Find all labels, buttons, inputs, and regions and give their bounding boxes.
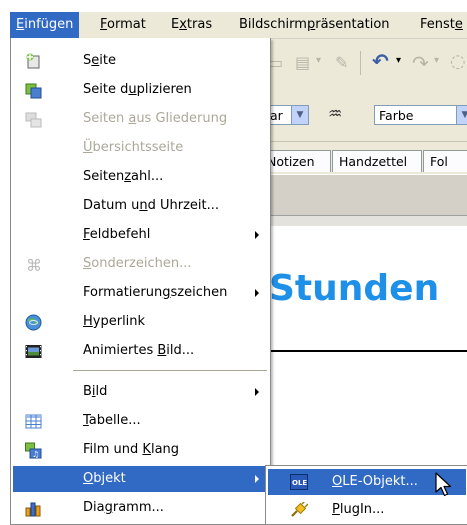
- mnemonic: e: [454, 17, 463, 32]
- menu-item-sonderzeichen[interactable]: ⌘ Sonderzeichen...: [13, 251, 269, 277]
- submenu-item-plugin[interactable]: PlugIn...: [268, 497, 466, 523]
- hyperlink-globe-icon: [25, 314, 42, 331]
- chevron-down-icon[interactable]: ▼: [291, 106, 308, 124]
- new-slide-icon: [26, 53, 40, 69]
- submenu-arrow-icon: [255, 475, 259, 483]
- menu-item-label: Objekt: [83, 471, 126, 486]
- menu-format[interactable]: Format: [94, 12, 152, 38]
- paste-dropdown-icon[interactable]: ▾: [316, 55, 321, 66]
- film-sound-icon: ♫: [25, 442, 42, 459]
- menu-item-film-und-klang[interactable]: ♫ Film und Klang: [13, 437, 269, 463]
- menu-item-formatierungszeichen[interactable]: Formatierungszeichen: [13, 280, 269, 306]
- menu-item-seite[interactable]: Seite: [13, 48, 269, 74]
- menu-item-label: Tabelle...: [83, 413, 141, 428]
- duplicate-slide-icon: [25, 83, 42, 99]
- tab-label: Fol: [430, 154, 448, 169]
- menu-item-datum-und-uhrzeit[interactable]: Datum und Uhrzeit...: [13, 193, 269, 219]
- undo-icon[interactable]: ↶: [372, 49, 389, 73]
- paste-icon[interactable]: ▤: [295, 53, 310, 72]
- plugin-icon: [291, 502, 308, 517]
- menu-item-bild[interactable]: Bild: [13, 379, 269, 405]
- menu-item-tabelle[interactable]: Tabelle...: [13, 408, 269, 434]
- menu-label: ormat: [107, 17, 146, 32]
- slide-rule-line: [255, 350, 467, 352]
- mnemonic: E: [16, 17, 25, 32]
- tab-label: Notizen: [267, 154, 315, 169]
- svg-text:♫: ♫: [32, 450, 39, 459]
- menu-item-objekt[interactable]: Objekt: [13, 466, 269, 492]
- redo-icon[interactable]: ↷: [412, 51, 429, 75]
- menu-fenster[interactable]: Fenste: [414, 12, 467, 38]
- menu-item-label: Übersichtsseite: [83, 140, 184, 155]
- toolbar-divider: [360, 51, 361, 75]
- menu-label: E: [171, 17, 180, 32]
- menu-item-hyperlink[interactable]: Hyperlink: [13, 309, 269, 335]
- mnemonic: x: [179, 17, 187, 32]
- menu-item-label: Datum und Uhrzeit...: [83, 198, 220, 213]
- clone-format-icon[interactable]: ✎: [335, 53, 348, 72]
- slide-title[interactable]: Stunden: [269, 268, 439, 309]
- fill-bucket-icon[interactable]: ♒: [328, 104, 342, 123]
- insert-menu: Seite Seite duplizieren Seiten aus Glied…: [10, 38, 271, 525]
- menu-einfuegen[interactable]: Einfügen: [10, 12, 80, 38]
- menu-item-label: PlugIn...: [332, 502, 385, 517]
- menu-separator: [73, 370, 267, 371]
- menu-item-label: Seitenzahl...: [83, 169, 164, 184]
- menu-item-feldbefehl[interactable]: Feldbefehl: [13, 222, 269, 248]
- ole-object-icon: OLE: [290, 474, 308, 490]
- menu-item-seitenzahl[interactable]: Seitenzahl...: [13, 164, 269, 190]
- menu-item-animiertes-bild[interactable]: Animiertes Bild...: [13, 338, 269, 364]
- tab-folien[interactable]: Fol: [423, 150, 467, 172]
- submenu-arrow-icon: [255, 289, 259, 297]
- chart-icon: [25, 502, 41, 517]
- menu-item-diagramm[interactable]: Diagramm...: [13, 495, 269, 521]
- menu-label: tras: [186, 17, 213, 32]
- submenu-arrow-icon: [255, 388, 259, 396]
- menu-item-label: Animiertes Bild...: [83, 343, 195, 358]
- line-style-combo[interactable]: ar ▼: [265, 105, 309, 125]
- menu-item-label: Seiten aus Gliederung: [83, 111, 228, 126]
- special-character-icon: ⌘: [26, 256, 42, 273]
- menu-label: Fenst: [420, 17, 455, 32]
- tab-handzettel[interactable]: Handzettel: [332, 150, 422, 172]
- menu-item-label: Seite duplizieren: [83, 82, 192, 97]
- submenu-arrow-icon: [255, 231, 259, 239]
- menu-item-label: Seite: [83, 53, 116, 68]
- menu-item-seiten-aus-gliederung[interactable]: Seiten aus Gliederung: [13, 106, 269, 132]
- mnemonic: p: [306, 17, 316, 32]
- menu-item-label: Feldbefehl: [83, 227, 151, 242]
- redo-dropdown-icon[interactable]: ▾: [434, 55, 439, 66]
- outline-slides-icon: [25, 112, 42, 128]
- menu-item-label: Sonderzeichen...: [83, 256, 192, 271]
- menu-item-label: Formatierungszeichen: [83, 285, 228, 300]
- menu-item-label: Bild: [83, 384, 108, 399]
- menu-label: infügen: [24, 17, 74, 32]
- mouse-cursor-icon: [435, 472, 452, 497]
- film-strip-icon: [25, 345, 42, 358]
- mnemonic: F: [100, 17, 108, 32]
- menu-item-label: OLE-Objekt...: [332, 474, 418, 489]
- chevron-down-icon[interactable]: ▼: [456, 106, 467, 124]
- menubar: Einfügen Format Extras Bildschirmpräsent…: [10, 12, 467, 39]
- menu-item-seite-duplizieren[interactable]: Seite duplizieren: [13, 77, 269, 103]
- svg-text:OLE: OLE: [292, 479, 307, 487]
- menu-bildschirmpraesentation[interactable]: Bildschirmpräsentation: [233, 12, 396, 38]
- undo-dropdown-icon[interactable]: ▾: [396, 55, 401, 66]
- menu-label: räsentation: [315, 17, 390, 32]
- navigator-icon[interactable]: ◌: [450, 51, 466, 72]
- area-style-combo[interactable]: Farbe ▼: [374, 105, 467, 125]
- line-style-value: ar: [270, 108, 283, 123]
- menu-item-label: Diagramm...: [83, 500, 164, 515]
- menu-item-uebersichtsseite[interactable]: Übersichtsseite: [13, 135, 269, 161]
- area-style-value: Farbe: [379, 108, 414, 123]
- menu-item-label: Film und Klang: [83, 442, 180, 457]
- menu-item-label: Hyperlink: [83, 314, 146, 329]
- table-icon: [25, 414, 42, 429]
- svg-text:⌘: ⌘: [26, 256, 42, 273]
- menu-label: Bildschirm: [239, 17, 307, 32]
- tab-label: Handzettel: [339, 154, 408, 169]
- menu-extras[interactable]: Extras: [165, 12, 218, 38]
